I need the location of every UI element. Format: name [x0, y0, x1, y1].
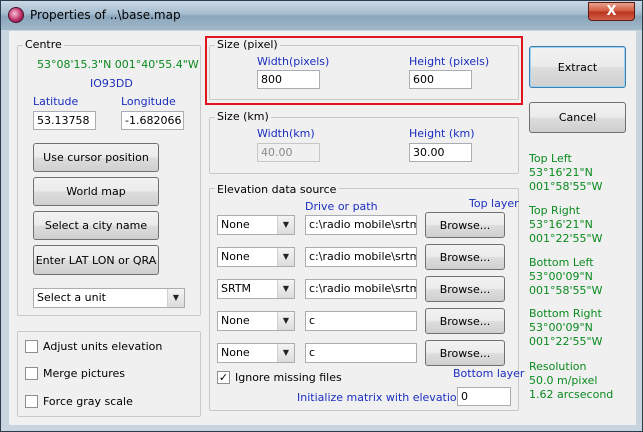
- close-button[interactable]: X: [588, 2, 635, 21]
- use-cursor-position-button[interactable]: Use cursor position: [33, 143, 159, 172]
- source-path-input-3[interactable]: c:\radio mobile\srtm3: [305, 279, 417, 299]
- height-km-label: Height (km): [409, 127, 475, 140]
- resolution-m-per-pixel: 50.0 m/pixel: [529, 374, 598, 387]
- chevron-down-icon[interactable]: ▼: [277, 312, 294, 330]
- ignore-missing-label: Ignore missing files: [235, 371, 342, 384]
- latitude-label: Latitude: [33, 95, 79, 108]
- adjust-elevation-label: Adjust units elevation: [43, 340, 163, 353]
- app-icon: [8, 7, 24, 23]
- source-type-value: None: [221, 250, 250, 263]
- force-gray-label: Force gray scale: [43, 395, 133, 408]
- adjust-elevation-checkbox[interactable]: [25, 340, 38, 353]
- source-type-select-2[interactable]: None ▼: [217, 247, 295, 267]
- source-type-select-1[interactable]: None ▼: [217, 215, 295, 235]
- source-type-select-5[interactable]: None ▼: [217, 343, 295, 363]
- chevron-down-icon[interactable]: ▼: [277, 216, 294, 234]
- world-map-button[interactable]: World map: [33, 177, 159, 206]
- height-pixels-input[interactable]: 600: [409, 70, 472, 89]
- window-title: Properties of ..\base.map: [30, 8, 181, 22]
- browse-button-1[interactable]: Browse...: [425, 212, 505, 238]
- chevron-down-icon[interactable]: ▼: [277, 280, 294, 298]
- source-type-value: None: [221, 314, 250, 327]
- centre-coordinates: 53°08'15.3"N 001°40'55.4"W: [37, 58, 199, 71]
- height-km-input[interactable]: 30.00: [409, 143, 472, 162]
- source-type-value: None: [221, 218, 250, 231]
- size-km-label: Size (km): [215, 110, 271, 123]
- longitude-label: Longitude: [121, 95, 176, 108]
- width-pixels-input[interactable]: 800: [257, 70, 320, 89]
- chevron-down-icon[interactable]: ▼: [167, 289, 184, 307]
- bottom-right-label: Bottom Right: [529, 307, 602, 320]
- centre-group-label: Centre: [23, 38, 64, 51]
- force-gray-checkbox[interactable]: [25, 395, 38, 408]
- chevron-down-icon[interactable]: ▼: [277, 344, 294, 362]
- path-header: Drive or path: [305, 200, 378, 213]
- browse-button-3[interactable]: Browse...: [425, 276, 505, 302]
- elevation-group-label: Elevation data source: [215, 183, 339, 196]
- width-pixels-label: Width(pixels): [257, 55, 330, 68]
- bottom-left-label: Bottom Left: [529, 256, 594, 269]
- centre-locator: IO93DD: [90, 77, 133, 90]
- source-type-select-3[interactable]: SRTM ▼: [217, 279, 295, 299]
- dialog-body: Centre 53°08'15.3"N 001°40'55.4"W IO93DD…: [9, 31, 636, 425]
- source-type-value: SRTM: [221, 282, 252, 295]
- source-path-input-5[interactable]: c: [305, 343, 417, 363]
- source-path-input-4[interactable]: c: [305, 311, 417, 331]
- top-right-label: Top Right: [529, 204, 581, 217]
- merge-pictures-label: Merge pictures: [43, 367, 125, 380]
- enter-lat-lon-button[interactable]: Enter LAT LON or QRA: [33, 245, 159, 275]
- longitude-input[interactable]: -1.682066: [121, 111, 184, 130]
- size-pixel-label: Size (pixel): [215, 38, 280, 51]
- top-right-lat: 53°16'21"N: [529, 218, 593, 231]
- ignore-missing-checkbox[interactable]: ✓: [217, 371, 230, 384]
- top-left-lat: 53°16'21"N: [529, 166, 593, 179]
- resolution-arcsecond: 1.62 arcsecond: [529, 388, 614, 401]
- bottom-left-lon: 001°58'55"W: [529, 284, 603, 297]
- browse-button-5[interactable]: Browse...: [425, 340, 505, 366]
- top-right-lon: 001°22'55"W: [529, 232, 603, 245]
- browse-button-2[interactable]: Browse...: [425, 244, 505, 270]
- properties-window: Properties of ..\base.map X Centre 53°08…: [0, 0, 643, 432]
- unit-select-value: Select a unit: [37, 291, 106, 304]
- source-type-select-4[interactable]: None ▼: [217, 311, 295, 331]
- bottom-layer-label: Bottom layer: [453, 367, 525, 380]
- resolution-label: Resolution: [529, 360, 587, 373]
- top-left-label: Top Left: [529, 152, 572, 165]
- init-elevation-input[interactable]: 0: [457, 387, 511, 406]
- source-path-input-1[interactable]: c:\radio mobile\srtm0.3: [305, 215, 417, 235]
- bottom-right-lon: 001°22'55"W: [529, 335, 603, 348]
- width-km-label: Width(km): [257, 127, 315, 140]
- extract-button[interactable]: Extract: [529, 46, 626, 88]
- source-type-value: None: [221, 346, 250, 359]
- source-path-input-2[interactable]: c:\radio mobile\srtm1: [305, 247, 417, 267]
- title-bar[interactable]: Properties of ..\base.map X: [1, 1, 642, 29]
- bottom-left-lat: 53°00'09"N: [529, 270, 593, 283]
- merge-pictures-checkbox[interactable]: [25, 367, 38, 380]
- browse-button-4[interactable]: Browse...: [425, 308, 505, 334]
- chevron-down-icon[interactable]: ▼: [277, 248, 294, 266]
- unit-select[interactable]: Select a unit ▼: [33, 288, 185, 308]
- cancel-button[interactable]: Cancel: [529, 102, 626, 133]
- latitude-input[interactable]: 53.13758: [33, 111, 96, 130]
- size-km-group: [209, 117, 519, 174]
- top-layer-label: Top layer: [469, 197, 519, 210]
- select-city-button[interactable]: Select a city name: [33, 211, 159, 240]
- height-pixels-label: Height (pixels): [409, 55, 490, 68]
- bottom-right-lat: 53°00'09"N: [529, 321, 593, 334]
- top-left-lon: 001°58'55"W: [529, 180, 603, 193]
- width-km-input: 40.00: [257, 143, 320, 162]
- size-pixel-group: [209, 45, 519, 100]
